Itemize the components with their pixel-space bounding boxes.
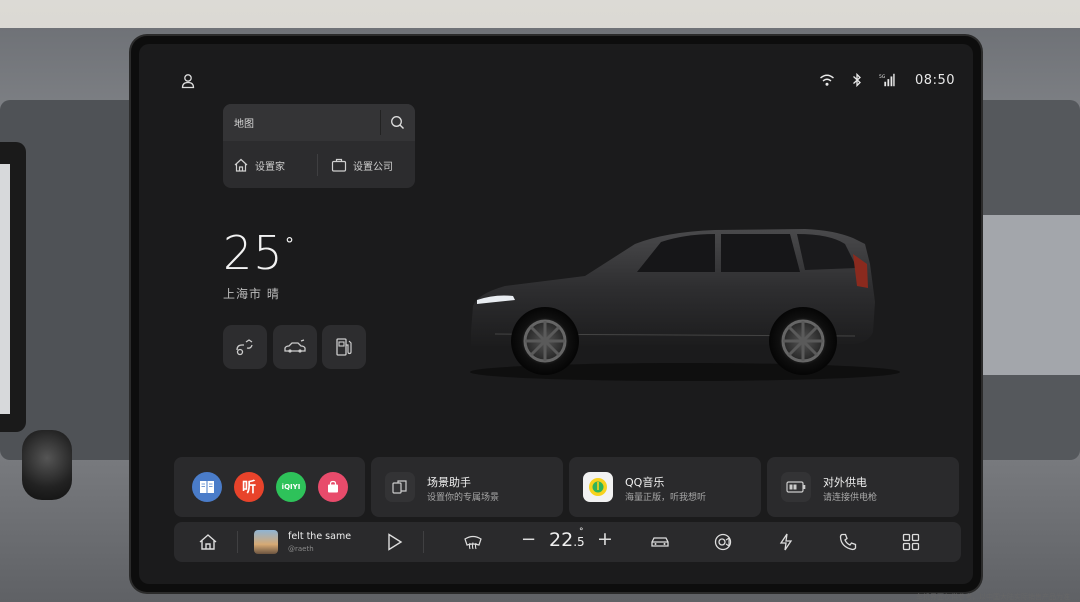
weather-degree: °: [285, 234, 294, 255]
map-search-bar[interactable]: 地图: [223, 104, 415, 141]
clock: 08:50: [915, 72, 955, 88]
search-icon[interactable]: [390, 115, 405, 130]
temperature-increase-button[interactable]: +: [597, 528, 613, 550]
shopping-app-icon[interactable]: [318, 472, 348, 502]
app-shortcuts-card: 听 iQIYI: [174, 457, 365, 517]
navigation-card: 地图 设置家 设置公司: [223, 104, 415, 188]
steering-stalk: [22, 430, 72, 500]
bottom-dock: felt the same @raeth − 22.5 ° +: [174, 522, 961, 562]
charge-port-button[interactable]: [223, 325, 267, 369]
temperature-decrease-button[interactable]: −: [521, 529, 536, 550]
home-button-icon[interactable]: [198, 532, 218, 552]
phone-icon[interactable]: [838, 532, 858, 552]
external-power-title: 对外供电: [823, 476, 867, 489]
signal-label: 5G: [879, 74, 886, 80]
fuel-door-button[interactable]: [322, 325, 366, 369]
nav-divider: [317, 154, 318, 176]
vehicle-image: [470, 229, 900, 381]
driver-display: [0, 142, 26, 432]
app-cards-row: 听 iQIYI 场景助手 设置你的专属场景 QQ音乐 海量正版，听我想听 对外供…: [174, 457, 961, 517]
qq-music-card[interactable]: QQ音乐 海量正版，听我想听: [569, 457, 761, 517]
qq-music-title: QQ音乐: [625, 476, 665, 489]
right-trim-panel: [980, 215, 1080, 375]
map-search-label: 地图: [234, 119, 254, 130]
set-work-label: 设置公司: [353, 161, 393, 173]
scene-assistant-card[interactable]: 场景助手 设置你的专属场景: [371, 457, 563, 517]
scene-assistant-icon: [385, 472, 415, 502]
set-home-button[interactable]: 设置家: [233, 153, 285, 177]
set-work-button[interactable]: 设置公司: [331, 153, 393, 177]
scene-assistant-subtitle: 设置你的专属场景: [427, 493, 500, 503]
temperature-degree: °: [579, 527, 584, 537]
song-title: felt the same: [288, 531, 352, 542]
front-defrost-icon[interactable]: [463, 532, 483, 552]
5g-signal-icon: 5G: [879, 73, 895, 87]
temperature-int: 22: [549, 529, 574, 551]
iqiyi-app-icon[interactable]: iQIYI: [276, 472, 306, 502]
charge-port-icon: [236, 339, 253, 356]
search-divider: [380, 110, 381, 135]
disclaimer-text: 车机界面仅供参考，以中国大陆实际销售产品为准: [916, 593, 1070, 601]
home-icon: [234, 158, 248, 172]
charging-icon[interactable]: [776, 532, 796, 552]
car-controls-icon[interactable]: [650, 532, 670, 552]
weather-location: 上海市 晴: [223, 287, 280, 301]
dock-divider: [423, 531, 424, 553]
ting-app-icon[interactable]: 听: [234, 472, 264, 502]
set-home-label: 设置家: [255, 161, 285, 173]
trunk-button[interactable]: [273, 325, 317, 369]
status-bar: 5G 08:50: [819, 72, 955, 88]
external-power-card[interactable]: 对外供电 请连接供电枪: [767, 457, 959, 517]
weather-temperature: 25: [223, 226, 284, 280]
infotainment-screen: 5G 08:50 地图 设置家 设置公司 25 ° 上海市 晴 听 iQIYI …: [139, 44, 973, 584]
temperature-decimal: .5: [573, 535, 585, 549]
qq-music-subtitle: 海量正版，听我想听: [625, 493, 707, 503]
battery-icon: [781, 472, 811, 502]
user-icon[interactable]: [179, 72, 197, 90]
fuel-station-icon: [336, 338, 352, 356]
play-icon[interactable]: [384, 532, 404, 552]
briefcase-icon: [331, 158, 347, 172]
bluetooth-icon: [853, 72, 861, 88]
app-grid-icon[interactable]: [901, 532, 921, 552]
external-power-subtitle: 请连接供电枪: [823, 493, 878, 503]
car-trunk-icon: [284, 339, 306, 353]
temperature-display: 22.5 °: [549, 527, 585, 551]
song-artist: @raeth: [288, 545, 314, 553]
qq-music-icon: [583, 472, 613, 502]
dock-divider: [237, 531, 238, 553]
scene-assistant-title: 场景助手: [427, 476, 471, 489]
camera-icon[interactable]: [713, 532, 733, 552]
book-app-icon[interactable]: [192, 472, 222, 502]
album-art[interactable]: [254, 530, 278, 554]
wifi-icon: [820, 74, 834, 86]
